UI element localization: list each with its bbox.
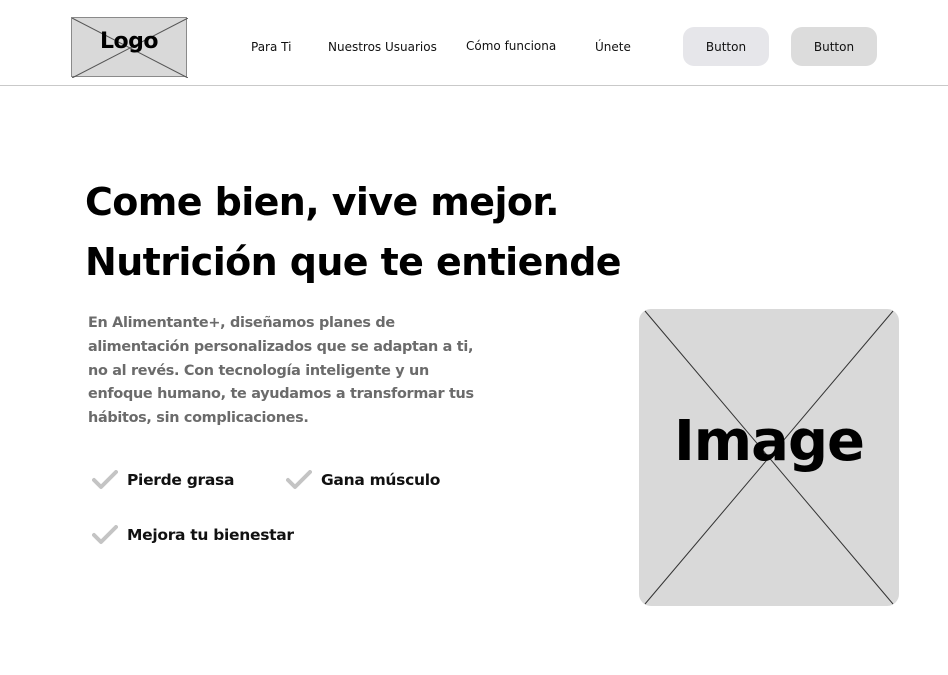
hero-image-placeholder: Image [639, 309, 899, 606]
header: Logo Para Ti Nuestros Usuarios Cómo func… [0, 0, 948, 86]
check-icon [92, 525, 118, 544]
image-placeholder-text: Image [673, 409, 865, 474]
hero-headline-line2: Nutrición que te entiende [85, 240, 622, 284]
nav-link-unete[interactable]: Únete [595, 40, 631, 54]
header-button-2[interactable]: Button [791, 27, 877, 66]
feature-item: Pierde grasa [92, 470, 234, 490]
check-icon [92, 470, 118, 489]
hero-headline-line1: Come bien, vive mejor. [85, 180, 560, 224]
page: Logo Para Ti Nuestros Usuarios Cómo func… [0, 0, 948, 675]
nav-link-como-funciona[interactable]: Cómo funciona [466, 39, 556, 53]
feature-item: Gana músculo [286, 470, 440, 490]
feature-label: Mejora tu bienestar [127, 526, 294, 544]
logo-text: Logo [100, 29, 159, 54]
nav-link-para-ti[interactable]: Para Ti [251, 40, 291, 54]
check-icon [286, 470, 312, 489]
feature-label: Gana músculo [321, 471, 441, 489]
nav-link-nuestros-usuarios[interactable]: Nuestros Usuarios [328, 40, 437, 54]
header-button-1[interactable]: Button [683, 27, 769, 66]
logo[interactable]: Logo [71, 17, 188, 78]
hero-description: En Alimentante+, diseñamos planes de ali… [88, 315, 474, 427]
feature-label: Pierde grasa [127, 471, 235, 489]
feature-item: Mejora tu bienestar [92, 525, 294, 545]
